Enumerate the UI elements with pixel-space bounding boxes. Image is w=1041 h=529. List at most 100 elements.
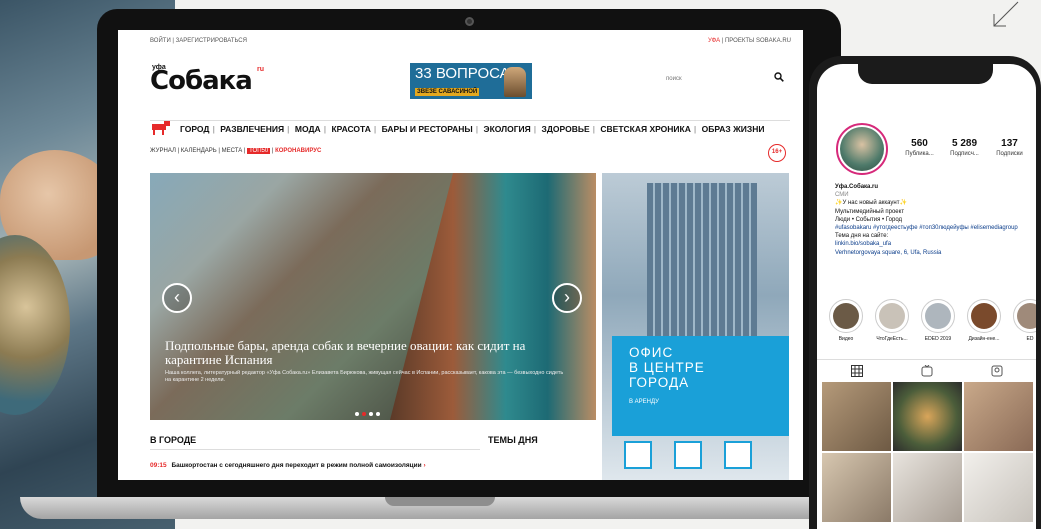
profile-category: СМИ [835,192,849,199]
bio-line: Тема дня на сайте: [835,233,889,240]
followers-stat[interactable]: 5 289 Подписч... [942,138,987,157]
city-news-section: В ГОРОДЕ 09:15 Башкортостан с сегодняшне… [150,435,480,469]
posts-stat[interactable]: 560 Публика... [897,138,942,157]
highlight[interactable]: Видео [829,299,863,342]
map-icon [624,441,652,469]
office-ad[interactable]: ОФИС В ЦЕНТРЕ ГОРОДА В АРЕНДУ [602,173,789,480]
nav-item-society[interactable]: СВЕТСКАЯ ХРОНИКА [600,124,691,134]
laptop-notch [385,497,495,506]
login-link[interactable]: ВОЙТИ | ЗАРЕГИСТРИРОВАТЬСЯ [150,38,247,44]
highlight-label: EDED 2019 [924,336,952,342]
profile-tabs [817,359,1036,379]
instagram-screen: 560 Публика... 5 289 Подписч... 137 Подп… [817,64,1036,529]
tagged-icon[interactable] [991,365,1003,377]
building-icon [674,441,702,469]
themes-heading[interactable]: ТЕМЫ ДНЯ [488,435,538,445]
profile-avatar[interactable] [836,123,888,175]
highlight[interactable]: EDED 2019 [921,299,955,342]
news-time: 09:15 [150,462,167,469]
nav-item-entertainment[interactable]: РАЗВЛЕЧЕНИЯ [220,124,284,134]
nav-item-health[interactable]: ЗДОРОВЬЕ [542,124,590,134]
search-box [666,72,786,86]
post-thumbnail[interactable] [893,382,962,451]
ad-headline: ОФИС В ЦЕНТРЕ ГОРОДА [629,345,705,390]
logo-suffix: ru [257,66,264,73]
nav-item-lifestyle[interactable]: ОБРАЗ ЖИЗНИ [702,124,765,134]
post-thumbnail[interactable] [822,453,891,522]
nav-item-ecology[interactable]: ЭКОЛОГИЯ [484,124,531,134]
slide-title[interactable]: Подпольные бары, аренда собак и вечерние… [165,339,575,367]
highlight-label: Дизайн-ене... [968,336,1000,342]
news-item[interactable]: 09:15 Башкортостан с сегодняшнего дня пе… [150,462,480,469]
nav-item-fashion[interactable]: МОДА [295,124,321,134]
following-stat[interactable]: 137 Подписки [987,138,1032,157]
news-headline[interactable]: Башкортостан с сегодняшнего дня переходи… [171,462,421,469]
age-rating-badge: 16+ [768,144,786,162]
following-count: 137 [1001,138,1018,149]
phone-notch [858,64,993,84]
grid-icon[interactable] [851,365,863,377]
slider-prev-button[interactable]: ‹ [162,283,192,313]
ad-icons [624,441,784,471]
main-nav: ГОРОД | РАЗВЛЕЧЕНИЯ | МОДА | КРАСОТА | БАРЫ … [150,120,790,135]
highlight[interactable]: ED [1013,299,1036,342]
arrow-icon [993,1,1019,27]
slider-dot[interactable] [355,412,359,416]
banner-portrait [504,67,526,97]
projects-link[interactable]: | ПРОЕКТЫ SOBAKA.RU [722,38,791,44]
posts-grid [822,382,1033,529]
banner-title: 33 ВОПРОСА [415,65,510,82]
bio-hashtags[interactable]: #ufasobakaru #утогдеестьуфе #топ30людейу… [835,224,1035,232]
followers-count: 5 289 [951,138,978,149]
globe-image [0,235,70,415]
section-heading[interactable]: В ГОРОДЕ [150,435,480,450]
ad-line-2: В ЦЕНТРЕ [629,360,705,375]
dog-logo-icon[interactable] [150,121,172,135]
ad-line-3: ГОРОДА [629,375,690,390]
highlight-label: Видео [838,336,854,342]
highlight-label: ЧтоГдеЕсть... [876,336,908,342]
subnav-journal[interactable]: ЖУРНАЛ [150,148,176,154]
slider-dot[interactable] [369,412,373,416]
posts-label: Публика... [905,151,934,157]
bio-address[interactable]: Verhnetorgovaya square, 6, Ufa, Russia [835,249,1035,257]
nav-item-beauty[interactable]: КРАСОТА [331,124,370,134]
promo-banner[interactable]: 33 ВОПРОСА ЗВЕЗЕ САВАСИНОЙ [410,63,532,99]
chevron-right-icon: › [423,462,426,469]
site-logo[interactable]: Собака [150,66,253,96]
subnav-places[interactable]: МЕСТА [222,148,243,154]
slider-dot-active[interactable] [362,412,366,416]
bio-line: ✨У нас новый аккаунт✨ [835,200,907,207]
bio-line: Мультимедийный проект [835,208,905,215]
camera-icon [465,17,474,26]
posts-count: 560 [911,138,928,149]
slide-lead: Наша коллега, литературный редактор «Уфа… [165,370,564,383]
subnav-coronavirus[interactable]: КОРОНАВИРУС [275,148,321,154]
highlight[interactable]: ЧтоГдеЕсть... [875,299,909,342]
search-input[interactable] [666,72,766,86]
ad-line-1: ОФИС [629,345,674,360]
subnav-calendar[interactable]: КАЛЕНДАРЬ [181,148,217,154]
profile-name: Уфа.Собака.ru [835,184,879,190]
nav-item-gorod[interactable]: ГОРОД [180,124,209,134]
top-utility-bar: ВОЙТИ | ЗАРЕГИСТРИРОВАТЬСЯ УФА | ПРОЕКТЫ… [118,30,803,50]
subnav-top50[interactable]: ТОП50 [247,148,271,154]
nav-list: ГОРОД | РАЗВЛЕЧЕНИЯ | МОДА | КРАСОТА | БАРЫ … [180,124,765,134]
post-thumbnail[interactable] [964,453,1033,522]
profile-bio: Уфа.Собака.ru СМИ ✨У нас новый аккаунт✨ … [835,183,1035,257]
post-thumbnail[interactable] [822,382,891,451]
highlight[interactable]: Дизайн-ене... [967,299,1001,342]
bio-link[interactable]: linkin.bio/sobaka_ufa [835,240,1035,248]
search-icon[interactable] [774,72,784,82]
slider-next-button[interactable]: › [552,283,582,313]
nav-item-bars[interactable]: БАРЫ И РЕСТОРАНЫ [382,124,473,134]
banner-subtitle: ЗВЕЗЕ САВАСИНОЙ [415,88,480,96]
following-label: Подписки [996,151,1023,157]
post-thumbnail[interactable] [964,382,1033,451]
hero-slider[interactable]: ‹ › Подпольные бары, аренда собак и вече… [150,173,596,420]
post-thumbnail[interactable] [893,453,962,522]
followers-label: Подписч... [950,151,979,157]
slider-dot[interactable] [376,412,380,416]
igtv-icon[interactable] [921,365,933,377]
city-selector[interactable]: УФА [708,38,720,44]
